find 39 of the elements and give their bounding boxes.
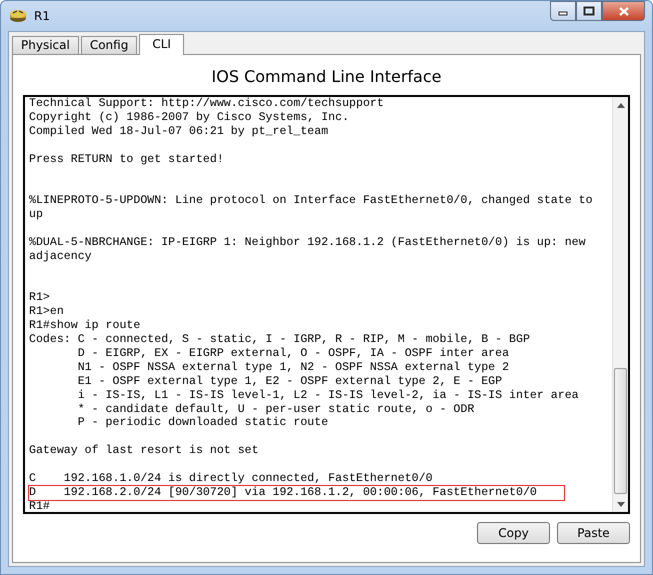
- tab[interactable]: Config: [80, 36, 138, 54]
- terminal-line: R1#: [29, 500, 51, 512]
- action-button[interactable]: Paste: [557, 522, 630, 544]
- window-title: R1: [34, 8, 50, 25]
- terminal-line: P - periodic downloaded static route: [76, 416, 330, 430]
- maximize-button[interactable]: [576, 1, 602, 21]
- terminal-line: %LINEPROTO-5-UPDOWN: Line protocol on Interface FastEthernet0/0, changed state to: [29, 194, 594, 208]
- terminal-line: %DUAL-5-NBRCHANGE: IP-EIGRP 1: Neighbor 192.168.1.2 (FastEthernet0/0) is up: new: [29, 236, 587, 250]
- tab[interactable]: CLI: [139, 34, 184, 55]
- scroll-up-icon[interactable]: [616, 102, 624, 108]
- scrollbar[interactable]: [612, 97, 628, 512]
- close-icon: [618, 6, 630, 16]
- maximize-icon: [583, 6, 595, 16]
- terminal-line: Compiled Wed 18-Jul-07 06:21 by pt_rel_team: [29, 124, 330, 139]
- terminal-line: D - EIGRP, EX - EIGRP external, O - OSPF, IA - OSPF inter area: [76, 347, 510, 361]
- terminal-line: Technical Support: http://www.cisco.com/techsupport: [29, 97, 385, 111]
- terminal-line: R1>en: [29, 305, 65, 320]
- panel-heading: IOS Command Line Interface: [210, 66, 442, 88]
- terminal-line: N1 - OSPF NSSA external type 1, N2 - OSPF NSSA external type 2: [76, 360, 510, 375]
- terminal-line: Codes: C - connected, S - static, I - IGRP, R - RIP, M - mobile, B - BGP: [29, 333, 531, 348]
- router-icon: [8, 7, 28, 25]
- close-button[interactable]: [602, 1, 645, 21]
- terminal-line: Press RETURN to get started!: [29, 152, 225, 166]
- terminal-line: * - candidate default, U - per-user static route, o - ODR: [76, 402, 476, 416]
- scrollbar-thumb[interactable]: [614, 368, 627, 494]
- terminal-line: Gateway of last resort is not set: [29, 444, 260, 458]
- terminal-line: i - IS-IS, L1 - IS-IS level-1, L2 - IS-IS level-2, ia - IS-IS inter area: [76, 388, 580, 403]
- scroll-down-icon[interactable]: [616, 502, 624, 506]
- terminal-line: adjacency: [29, 250, 93, 264]
- tab[interactable]: Physical: [12, 36, 79, 54]
- action-button[interactable]: Copy: [477, 522, 550, 544]
- terminal-line: E1 - OSPF external type 1, E2 - OSPF external type 2, E - EGP: [76, 374, 504, 389]
- terminal-line: C 192.168.1.0/24 is directly connected, FastEthernet0/0: [29, 472, 434, 486]
- highlighted-terminal-line: D 192.168.2.0/24 [90/30720] via 192.168.1.2, 00:00:06, FastEthernet0/0: [29, 486, 564, 500]
- terminal-line: R1>: [29, 291, 51, 306]
- terminal-line: up: [29, 208, 44, 222]
- terminal-line: R1#show ip route: [29, 319, 142, 334]
- terminal-line: Copyright (c) 1986-2007 by Cisco Systems, Inc.: [29, 110, 350, 125]
- minimize-button[interactable]: [550, 1, 576, 21]
